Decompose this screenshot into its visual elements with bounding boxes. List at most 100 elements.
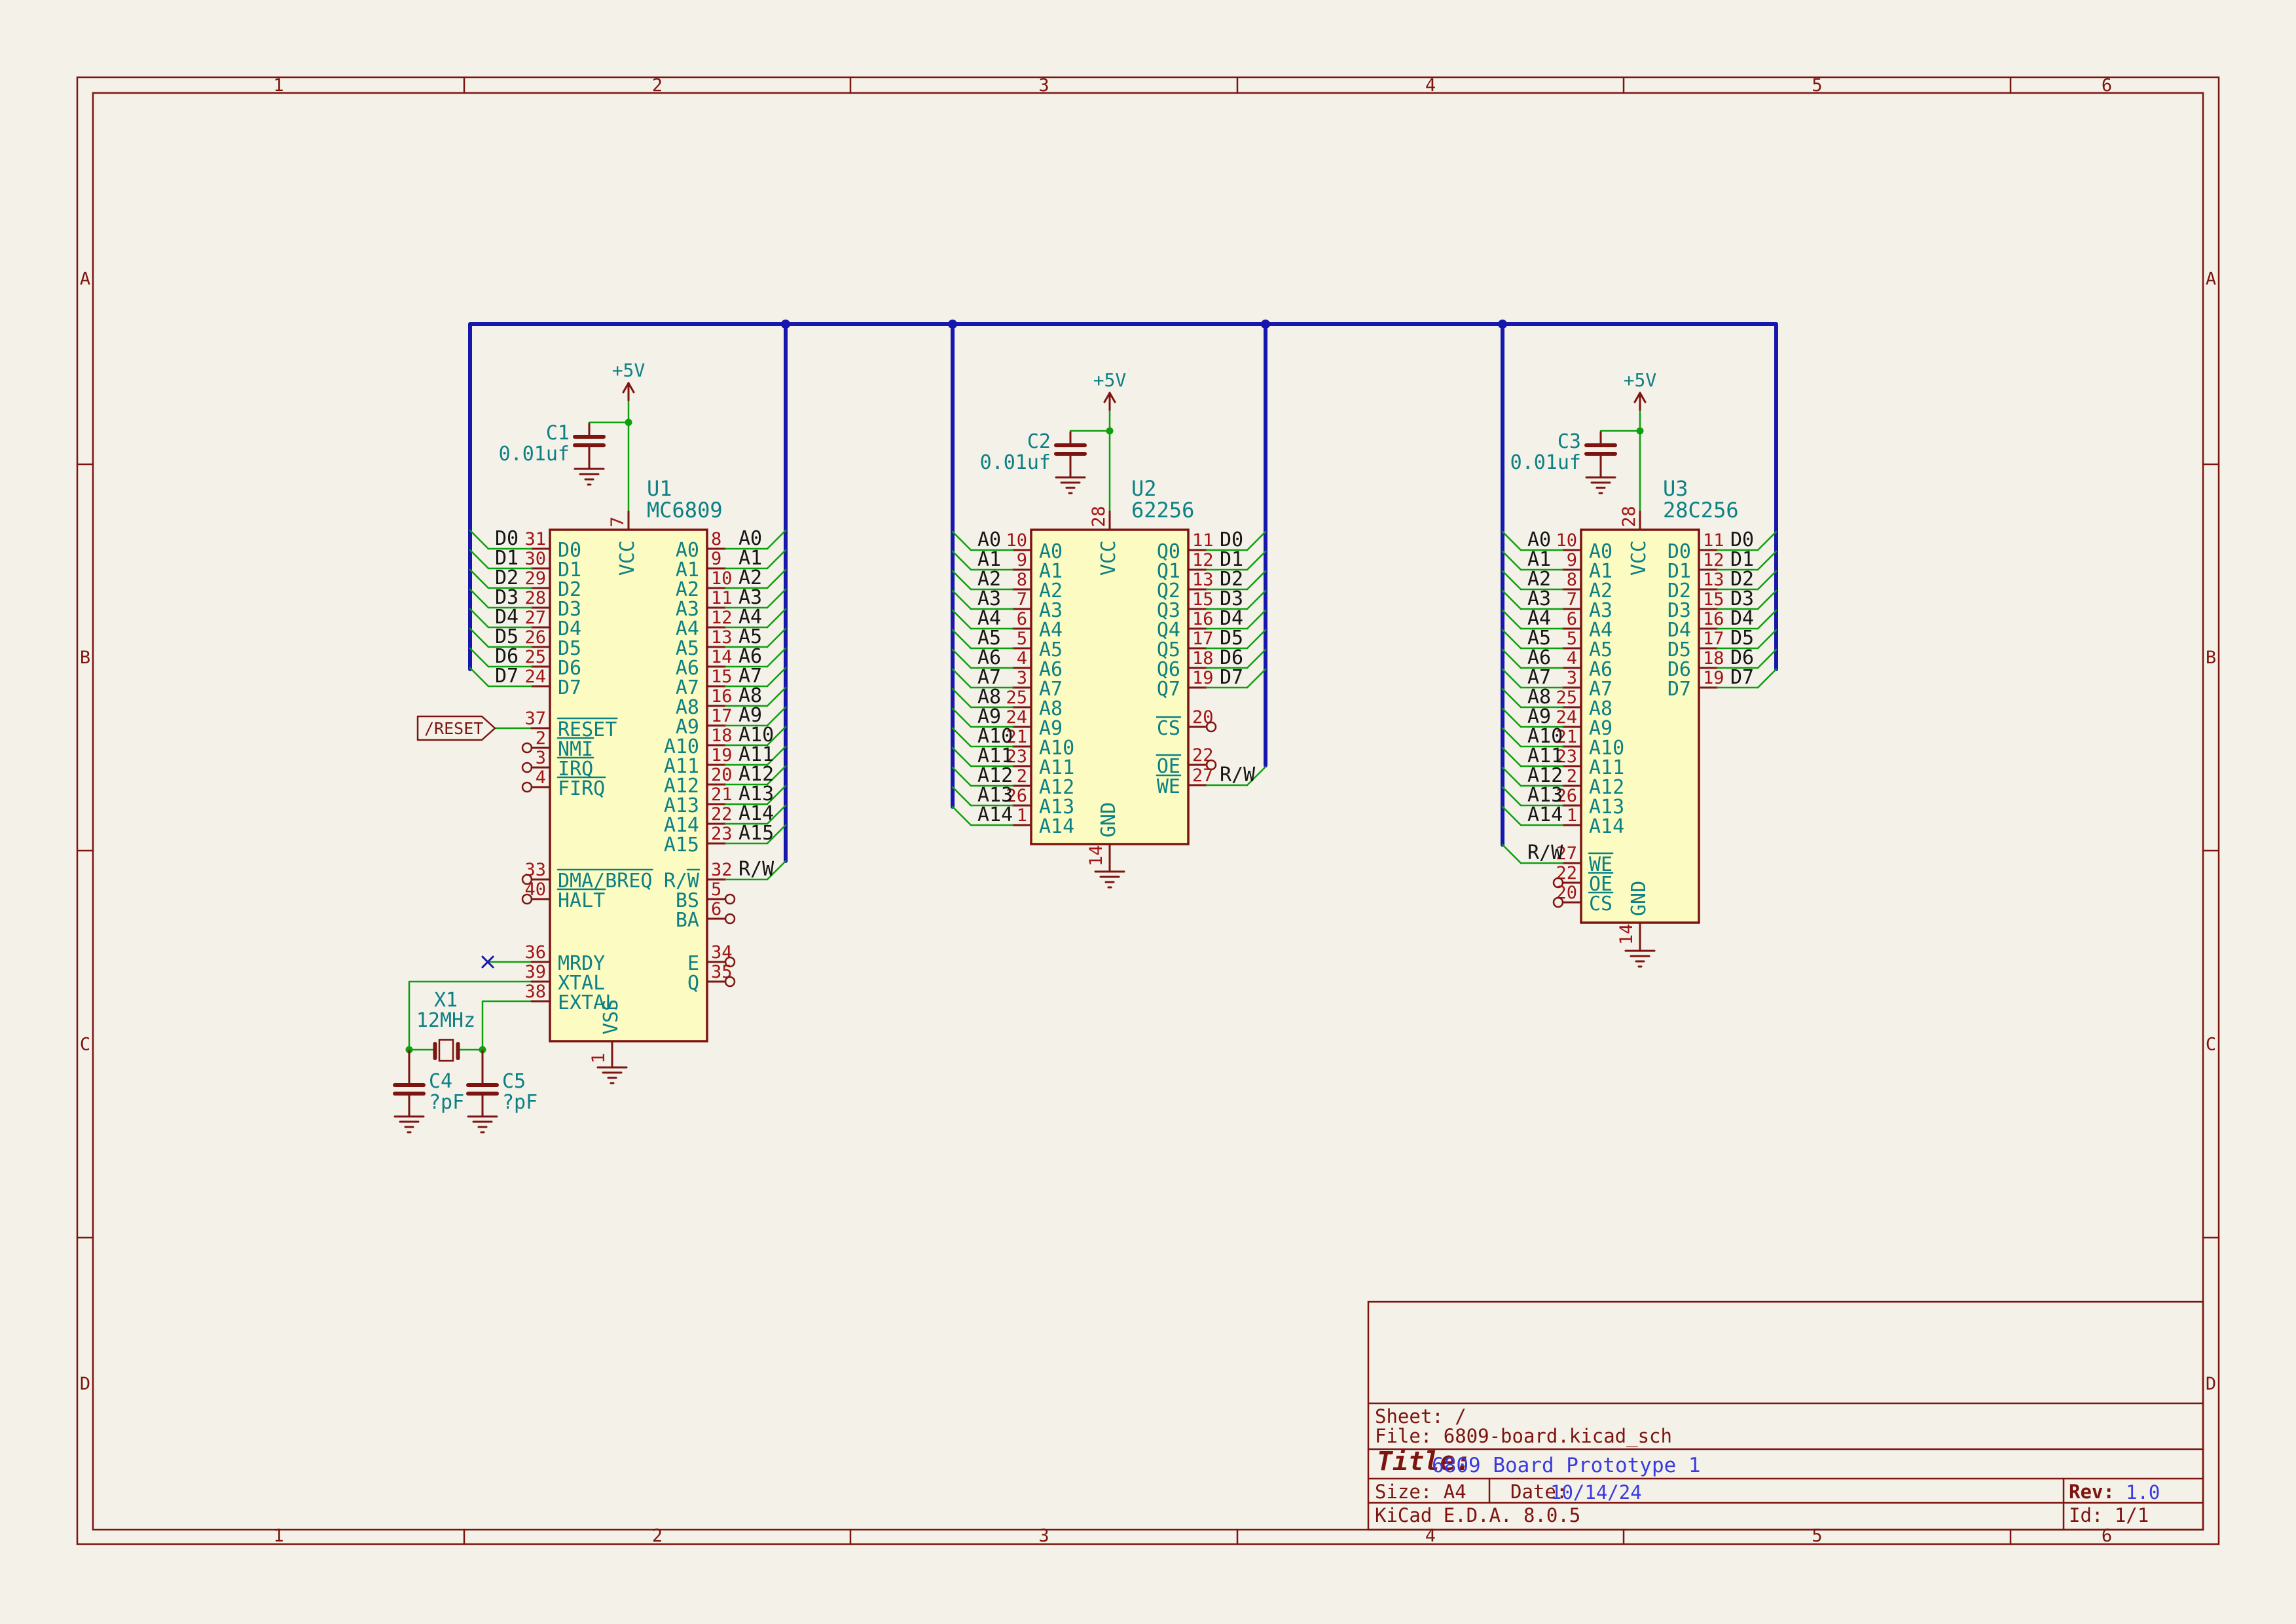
capacitor-c4[interactable]: C4?pF [395, 1051, 464, 1132]
svg-text:1: 1 [273, 1526, 283, 1546]
svg-text:10: 10 [1556, 530, 1577, 551]
svg-text:22: 22 [1192, 745, 1214, 766]
svg-text:Q7: Q7 [1157, 678, 1180, 701]
svg-text:26: 26 [524, 627, 546, 648]
svg-text:12MHz: 12MHz [416, 1009, 475, 1032]
svg-text:+5V: +5V [1093, 369, 1127, 391]
svg-text:1: 1 [1017, 805, 1027, 826]
svg-text:BA: BA [676, 909, 699, 932]
svg-text:A14: A14 [1589, 815, 1624, 838]
capacitor-c1[interactable]: C10.01uf [499, 422, 604, 485]
svg-text:4: 4 [1425, 75, 1436, 96]
svg-text:7: 7 [1567, 589, 1577, 610]
svg-text:A14: A14 [1527, 803, 1563, 826]
svg-text:14: 14 [711, 647, 733, 667]
svg-text:20: 20 [1556, 883, 1577, 903]
svg-text:17: 17 [1703, 629, 1724, 649]
svg-text:18: 18 [1703, 648, 1724, 669]
titleblock-date-value[interactable]: 10/14/24 [1550, 1483, 1642, 1502]
power-flag-plus5v[interactable]: +5V [612, 360, 646, 400]
capacitor-c3[interactable]: C30.01uf [1510, 430, 1615, 493]
svg-text:B: B [80, 648, 90, 668]
svg-text:7: 7 [608, 517, 628, 527]
svg-text:30: 30 [524, 549, 546, 569]
svg-text:D7: D7 [1220, 666, 1243, 689]
power-flag-plus5v[interactable]: +5V [1093, 369, 1127, 410]
svg-text:A15: A15 [738, 822, 774, 845]
svg-text:15: 15 [711, 667, 733, 687]
component-u3[interactable]: U328C25628VCC14GND10A0A09A1A18A2A27A3A36… [1503, 476, 1776, 945]
ground-symbol [598, 1067, 627, 1083]
svg-text:13: 13 [1703, 570, 1724, 590]
svg-text:8: 8 [1567, 570, 1577, 590]
titleblock-rev-value[interactable]: 1.0 [2126, 1483, 2160, 1502]
svg-text:VCC: VCC [1628, 540, 1650, 576]
svg-text:D: D [2206, 1374, 2216, 1394]
svg-text:31: 31 [524, 529, 546, 549]
power-flag-plus5v[interactable]: +5V [1624, 369, 1657, 410]
svg-text:?pF: ?pF [502, 1091, 538, 1114]
svg-text:19: 19 [711, 745, 733, 766]
svg-text:C: C [80, 1035, 90, 1055]
component-u2[interactable]: U26225628VCC14GND10A0A09A1A18A2A27A3A36A… [953, 476, 1266, 866]
svg-text:A: A [80, 269, 90, 289]
svg-text:5: 5 [1017, 629, 1027, 649]
capacitor-c2[interactable]: C20.01uf [980, 430, 1085, 493]
capacitor-c5[interactable]: C5?pF [468, 1051, 538, 1132]
svg-text:C2: C2 [1027, 430, 1051, 453]
kicad-schematic-sheet: 112233445566AABBCCDDU1MC68097VCC1VSS31D0… [0, 0, 2296, 1624]
svg-text:1: 1 [589, 1053, 609, 1063]
titleblock-title-value[interactable]: 6809 Board Prototype 1 [1432, 1456, 1701, 1476]
ground-symbol [1626, 951, 1654, 967]
svg-text:B: B [2206, 648, 2216, 668]
component-u1[interactable]: U1MC68097VCC1VSS31D0D030D1D129D2D228D3D3… [470, 476, 786, 1063]
svg-text:8: 8 [1017, 570, 1027, 590]
titleblock-sheet: Sheet: / [1375, 1407, 1467, 1426]
svg-text:GND: GND [1097, 802, 1120, 838]
svg-text:2: 2 [652, 75, 663, 96]
svg-text:9: 9 [1017, 550, 1027, 570]
svg-text:38: 38 [524, 982, 546, 1002]
svg-text:C3: C3 [1558, 430, 1581, 453]
svg-text:X1: X1 [434, 989, 458, 1012]
svg-text:2: 2 [1017, 766, 1027, 786]
svg-text:C: C [2206, 1035, 2216, 1055]
svg-text:VCC: VCC [1097, 540, 1120, 576]
svg-text:6: 6 [2102, 75, 2112, 96]
svg-text:16: 16 [1192, 609, 1214, 629]
schematic-canvas[interactable]: 112233445566AABBCCDDU1MC68097VCC1VSS31D0… [0, 0, 2296, 1624]
global-label-reset[interactable]: /RESET [418, 716, 495, 740]
svg-text:8: 8 [711, 529, 721, 549]
svg-text:4: 4 [536, 767, 546, 788]
svg-text:D: D [80, 1374, 90, 1394]
svg-text:21: 21 [711, 784, 733, 805]
svg-text:12: 12 [1192, 550, 1214, 570]
svg-text:D7: D7 [558, 676, 581, 699]
svg-text:3: 3 [1038, 1526, 1049, 1546]
svg-text:GND: GND [1628, 881, 1650, 916]
svg-text:C1: C1 [546, 422, 570, 445]
svg-text:C5: C5 [502, 1070, 526, 1093]
svg-text:6: 6 [1567, 609, 1577, 629]
titleblock-rev-label: Rev: [2069, 1483, 2115, 1502]
svg-text:11: 11 [1703, 530, 1724, 551]
svg-text:MC6809: MC6809 [647, 498, 723, 523]
svg-text:62256: 62256 [1131, 498, 1194, 523]
svg-text:A15: A15 [664, 834, 699, 857]
svg-text:5: 5 [1812, 75, 1822, 96]
svg-text:28: 28 [524, 588, 546, 608]
svg-text:5: 5 [1567, 629, 1577, 649]
svg-text:3: 3 [1017, 668, 1027, 688]
svg-text:6: 6 [1017, 609, 1027, 629]
svg-text:C4: C4 [429, 1070, 452, 1093]
svg-text:VCC: VCC [616, 540, 639, 576]
svg-text:18: 18 [711, 726, 733, 746]
svg-text:14: 14 [1616, 923, 1637, 945]
svg-text:22: 22 [711, 804, 733, 824]
svg-text:40: 40 [524, 879, 546, 900]
svg-text:6: 6 [2102, 1526, 2112, 1546]
svg-text:2: 2 [536, 728, 546, 748]
svg-text:19: 19 [1192, 668, 1214, 688]
svg-text:EXTAL: EXTAL [558, 991, 617, 1014]
svg-text:R/W: R/W [1527, 841, 1563, 864]
